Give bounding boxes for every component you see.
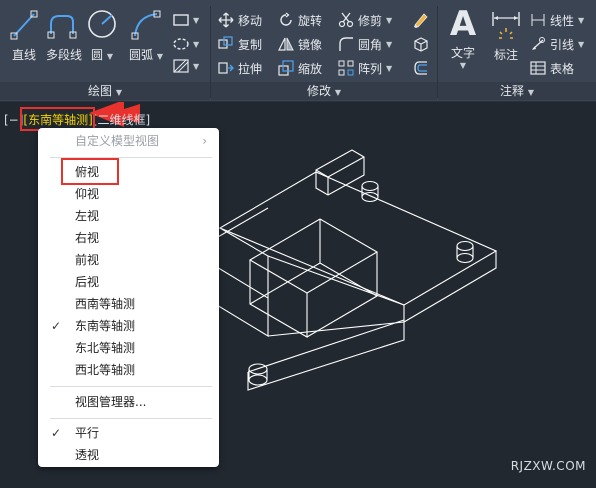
rotate-icon bbox=[280, 12, 292, 26]
menu-item-left[interactable]: 左视 bbox=[38, 205, 219, 227]
chevron-right-icon: › bbox=[202, 134, 207, 148]
menu-item-se-iso[interactable]: ✓ 东南等轴测 bbox=[38, 315, 219, 337]
chevron-down-icon: ▼ bbox=[386, 63, 393, 73]
chevron-down-icon: ▼ bbox=[386, 39, 393, 49]
array-icon bbox=[338, 60, 354, 76]
menu-item-front[interactable]: 前视 bbox=[38, 249, 219, 271]
watermark: RJZXW.COM bbox=[510, 459, 586, 473]
menu-item-view-manager[interactable]: 视图管理器... bbox=[38, 391, 219, 413]
menu-item-sw-iso[interactable]: 西南等轴测 bbox=[38, 293, 219, 315]
circle-tool-button[interactable]: 圆 ▼ bbox=[86, 8, 118, 63]
text-icon: A bbox=[449, 4, 477, 44]
hatch-pattern-button[interactable]: ▼ bbox=[172, 58, 199, 74]
leader-button[interactable]: 引线 ▼ bbox=[530, 34, 584, 54]
highlight-box-top-view bbox=[61, 158, 119, 185]
rotate-button[interactable]: 旋转 bbox=[278, 10, 322, 30]
check-icon: ✓ bbox=[51, 319, 62, 333]
menu-item-nw-iso[interactable]: 西北等轴测 bbox=[38, 359, 219, 381]
line-icon bbox=[10, 10, 38, 40]
rectangle-icon bbox=[173, 14, 189, 26]
eraser-icon bbox=[414, 13, 428, 28]
move-button[interactable]: 移动 bbox=[218, 10, 262, 30]
leader-icon bbox=[532, 37, 545, 50]
cube-icon bbox=[414, 37, 428, 52]
menu-item-bottom[interactable]: 仰视 bbox=[38, 183, 219, 205]
chevron-down-icon: ▼ bbox=[459, 61, 467, 70]
linear-dimension-icon bbox=[531, 14, 545, 26]
erase-button[interactable] bbox=[412, 10, 430, 30]
menu-item-custom-views[interactable]: 自定义模型视图 › bbox=[38, 130, 219, 152]
table-icon bbox=[530, 61, 546, 75]
scale-icon bbox=[278, 60, 294, 76]
dimension-icon bbox=[492, 12, 520, 39]
mirror-icon bbox=[278, 37, 294, 51]
check-icon: ✓ bbox=[51, 426, 62, 440]
offset-icon bbox=[414, 61, 427, 75]
chevron-down-icon: ▼ bbox=[193, 39, 200, 49]
arc-icon bbox=[131, 10, 161, 40]
polyline-icon bbox=[47, 15, 77, 39]
array-button[interactable]: 阵列 ▼ bbox=[338, 58, 392, 78]
modify-panel-label[interactable]: 修改 ▼ bbox=[211, 82, 437, 100]
scale-button[interactable]: 缩放 bbox=[278, 58, 322, 78]
annotation-panel-label[interactable]: 注释 ▼ bbox=[438, 82, 596, 100]
circle-tool-label: 圆 ▼ bbox=[91, 48, 113, 62]
polyline-tool-button[interactable]: 多段线 bbox=[44, 8, 84, 63]
dimension-tool-button[interactable]: 标注 bbox=[486, 8, 526, 63]
ellipse-icon bbox=[173, 38, 189, 50]
arc-tool-button[interactable]: 圆弧 ▼ bbox=[126, 8, 166, 63]
divider bbox=[50, 386, 212, 387]
visual-style-button[interactable]: [二维线框] bbox=[93, 113, 150, 127]
hatch-tool-button[interactable]: ▼ bbox=[172, 36, 199, 52]
menu-item-right[interactable]: 右视 bbox=[38, 227, 219, 249]
menu-item-perspective[interactable]: 透视 bbox=[38, 444, 219, 466]
chevron-down-icon: ▼ bbox=[578, 15, 585, 25]
stretch-button[interactable]: 拉伸 bbox=[218, 58, 262, 78]
solid-edit-button[interactable] bbox=[412, 34, 430, 54]
line-tool-label: 直线 bbox=[11, 48, 36, 62]
chevron-down-icon: ▼ bbox=[578, 39, 585, 49]
rectangle-tool-button[interactable]: ▼ bbox=[172, 12, 199, 28]
circle-icon bbox=[88, 10, 116, 38]
stretch-icon bbox=[218, 62, 234, 74]
arc-tool-label: 圆弧 ▼ bbox=[129, 48, 163, 62]
fillet-button[interactable]: 圆角 ▼ bbox=[338, 34, 392, 54]
3d-part-wireframe bbox=[191, 149, 498, 391]
line-tool-button[interactable]: 直线 bbox=[6, 8, 42, 63]
move-icon bbox=[218, 12, 234, 28]
copy-icon bbox=[218, 36, 233, 49]
chevron-down-icon: ▼ bbox=[386, 15, 393, 25]
offset-button[interactable] bbox=[412, 58, 430, 78]
copy-button[interactable]: 复制 bbox=[218, 34, 262, 54]
dimension-tool-label: 标注 bbox=[493, 48, 518, 62]
text-tool-button[interactable]: A 文字 ▼ bbox=[444, 6, 482, 70]
fillet-icon bbox=[339, 37, 353, 51]
table-button[interactable]: 表格 bbox=[530, 58, 574, 78]
polyline-tool-label: 多段线 bbox=[45, 48, 82, 62]
hatch-icon bbox=[173, 59, 189, 73]
chevron-down-icon: ▼ bbox=[193, 15, 200, 25]
menu-item-parallel[interactable]: ✓ 平行 bbox=[38, 422, 219, 444]
menu-item-ne-iso[interactable]: 东北等轴测 bbox=[38, 337, 219, 359]
divider bbox=[50, 418, 212, 419]
text-tool-label: 文字 bbox=[450, 46, 475, 60]
draw-panel-label[interactable]: 绘图 ▼ bbox=[0, 82, 210, 100]
ribbon: 直线 多段线 圆 ▼ 圆弧 ▼ ▼ ▼ ▼ 绘图 ▼ 移动 旋转 修剪 ▼ 复制… bbox=[0, 0, 596, 102]
trim-button[interactable]: 修剪 ▼ bbox=[338, 10, 392, 30]
menu-item-back[interactable]: 后视 bbox=[38, 271, 219, 293]
scissors-icon bbox=[338, 12, 354, 28]
linear-button[interactable]: 线性 ▼ bbox=[530, 10, 584, 30]
chevron-down-icon: ▼ bbox=[193, 61, 200, 71]
mirror-button[interactable]: 镜像 bbox=[278, 34, 322, 54]
